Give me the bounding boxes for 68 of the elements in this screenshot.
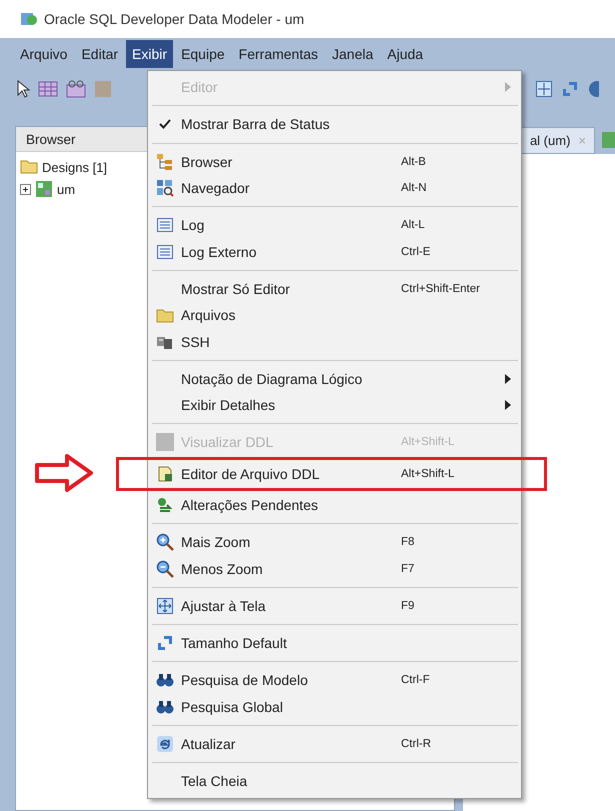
menu-item[interactable]: Atualizar Ctrl-R [148,730,521,758]
menu-item[interactable]: Arquivos [148,302,521,328]
refresh-icon [156,735,174,754]
menu-item[interactable]: Ajuda [381,40,430,68]
resize-icon [156,634,174,652]
ddl-file-icon [156,464,174,483]
navigator-icon [156,179,174,198]
app-icon [20,10,38,28]
check-icon [159,119,171,130]
tree-icon [156,152,174,171]
arrow-icon [34,452,94,493]
log-icon [156,242,174,261]
menu-item[interactable]: Menos Zoom F7 [148,555,521,582]
menu-item[interactable]: Exibir [126,40,174,68]
shortcut: Ctrl-E [401,246,430,258]
menu-item[interactable]: Mostrar Só Editor Ctrl+Shift-Enter [148,276,521,302]
menu-item[interactable]: Log Alt-L [148,212,521,238]
shortcut: F9 [401,600,414,612]
shortcut: F8 [401,536,414,548]
menu-item[interactable]: Notação de Diagrama Lógico [148,366,521,392]
menu-item[interactable]: Ferramentas [232,40,324,68]
diagram-icon [35,180,53,198]
diagram-icon [601,131,615,149]
log-icon [156,216,174,234]
editor-tab[interactable]: al (um) × [520,126,595,154]
menu-item[interactable]: Mostrar Barra de Status [148,111,521,138]
shortcut: Ctrl-R [401,738,432,750]
menu-item[interactable]: Pesquisa de Modelo Ctrl-F [148,667,521,694]
menu-item[interactable]: Alterações Pendentes [148,492,521,518]
menu-item[interactable]: Browser Alt-B [148,148,521,175]
table-icon[interactable] [38,80,58,98]
shortcut: Ctrl-F [401,674,430,686]
zoom-out-icon [156,560,174,578]
expand-toggle[interactable] [20,184,31,194]
shortcut: Alt-B [401,156,426,168]
menu-item[interactable]: Exibir Detalhes [148,392,521,418]
menu-item[interactable]: Pesquisa Global [148,694,521,720]
fit-icon [156,596,174,615]
menu-item[interactable]: Editor de Arquivo DDL Alt+Shift-L [148,460,521,487]
ddl-icon [156,433,174,452]
menu-item[interactable]: Editar [75,40,124,68]
menu-item[interactable]: Equipe [175,40,231,68]
globe-icon[interactable] [587,80,599,98]
fit-icon[interactable] [535,80,553,98]
menu-item[interactable]: Log Externo Ctrl-E [148,238,521,265]
window-title: Oracle SQL Developer Data Modeler - um [44,11,304,27]
pointer-icon[interactable] [16,80,30,98]
resize-icon[interactable] [561,80,579,98]
shortcut: F7 [401,562,414,575]
menu-item[interactable]: Tela Cheia [148,768,521,795]
menu-item[interactable]: Arquivo [14,40,74,68]
menu-item[interactable]: Mais Zoom F8 [148,529,521,556]
shortcut: Alt-N [401,182,427,194]
shortcut: Ctrl+Shift-Enter [401,282,480,295]
menu-item[interactable]: Tamanho Default [148,630,521,656]
binoculars-icon [156,671,174,690]
shortcut: Alt+Shift-L [401,436,454,448]
shortcut: Alt-L [401,219,425,232]
menu-item[interactable]: SSH [148,328,521,355]
menu-item[interactable]: Janela [326,40,380,68]
tree-item[interactable]: Designs [1] [42,160,108,174]
view-icon[interactable] [66,80,86,98]
menu-item[interactable]: Ajustar à Tela F9 [148,592,521,620]
changes-icon [156,496,174,514]
tree-item[interactable]: um [57,182,76,196]
menu-item[interactable]: Navegador Alt-N [148,174,521,202]
zoom-in-icon [156,533,174,552]
shortcut: Alt+Shift-L [401,468,454,480]
